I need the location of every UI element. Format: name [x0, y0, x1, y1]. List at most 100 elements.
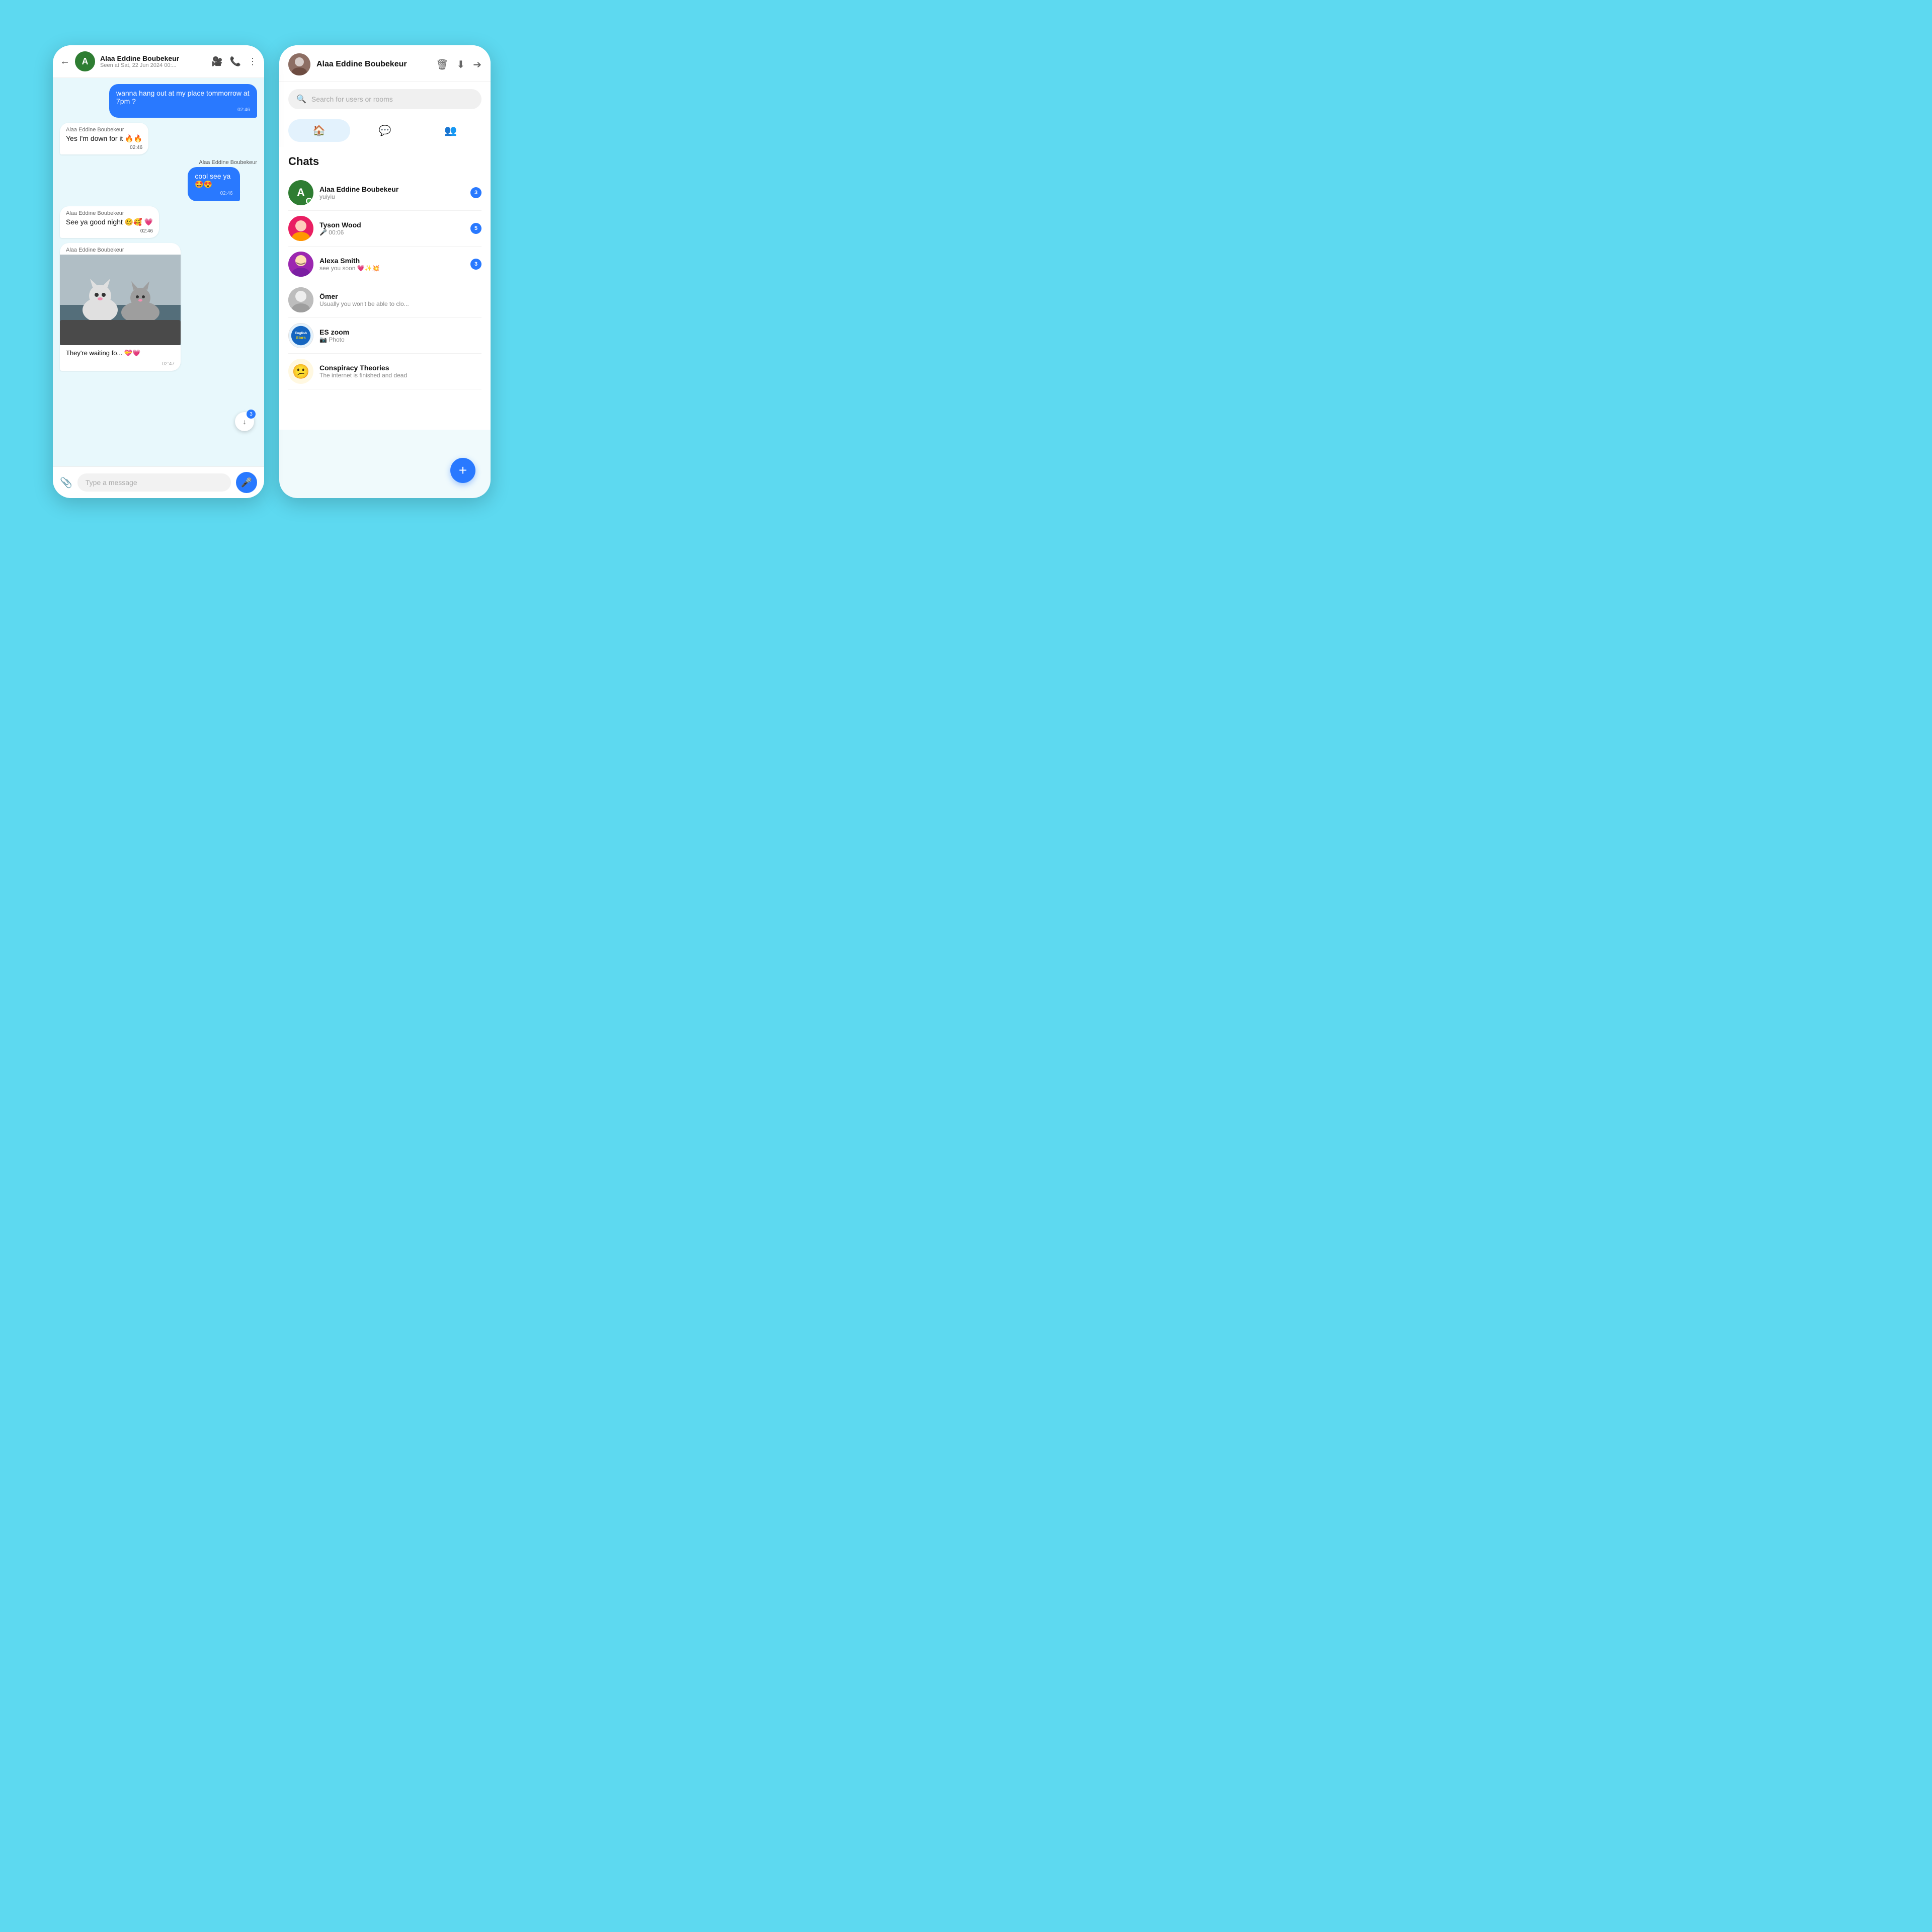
list-item[interactable]: English Stars ES zoom 📷 Photo — [288, 318, 481, 354]
contact-name: Alaa Eddine Boubekeur — [100, 54, 206, 62]
chats-icon: 💬 — [379, 124, 391, 137]
plus-icon: + — [459, 462, 467, 478]
phone-call-icon[interactable]: 📞 — [230, 56, 241, 67]
search-bar[interactable]: 🔍 Search for users or rooms — [288, 89, 481, 109]
chats-wrapper: Chats A Alaa Eddine Boubekeur yuiyiu 3 — [279, 147, 491, 498]
sender-name: Alaa Eddine Boubekeur — [66, 210, 153, 216]
sender-name: Alaa Eddine Boubekeur — [60, 243, 181, 253]
contact-name: Alexa Smith — [319, 257, 464, 265]
avatar — [288, 287, 313, 312]
video-call-icon[interactable]: 🎥 — [211, 56, 222, 67]
header-info: Alaa Eddine Boubekeur Seen at Sat, 22 Ju… — [100, 54, 206, 68]
profile-avatar — [288, 53, 310, 75]
contacts-icon: 👥 — [444, 124, 457, 137]
scroll-down-badge: 3 — [247, 410, 256, 419]
message-preview: The internet is finished and dead — [319, 372, 481, 379]
chat-messages: wanna hang out at my place tommorrow at … — [53, 78, 264, 466]
contact-name: Alaa Eddine Boubekeur — [319, 185, 464, 193]
mic-button[interactable]: 🎤 — [236, 472, 257, 493]
message-preview: 📷 Photo — [319, 336, 481, 343]
list-info: ES zoom 📷 Photo — [319, 328, 481, 343]
message-text: cool see ya 🤩😍 — [195, 172, 232, 189]
attach-icon[interactable]: 📎 — [60, 476, 72, 489]
avatar: 😕 — [288, 359, 313, 384]
sender-name: Alaa Eddine Boubekeur — [66, 127, 142, 133]
search-placeholder: Search for users or rooms — [311, 95, 393, 103]
message-preview: see you soon 💗✨💥 — [319, 265, 464, 272]
unread-badge: 3 — [470, 259, 481, 270]
chats-title: Chats — [288, 155, 481, 168]
message-preview: yuiyiu — [319, 193, 464, 200]
list-item[interactable]: A Alaa Eddine Boubekeur yuiyiu 3 — [288, 175, 481, 211]
contact-name: Ömer — [319, 292, 481, 300]
download-icon[interactable]: ⬇ — [456, 58, 465, 71]
message-sent-group: Alaa Eddine Boubekeur cool see ya 🤩😍 02:… — [188, 159, 257, 201]
nav-tabs: 🏠 💬 👥 — [279, 116, 491, 147]
list-info: Conspiracy Theories The internet is fini… — [319, 364, 481, 379]
right-chat-header: Alaa Eddine Boubekeur 🗑 ⬇ ➔ — [279, 45, 491, 82]
down-arrow-icon: ↓ — [243, 418, 247, 426]
list-info: Tyson Wood 🎤 00:06 — [319, 221, 464, 236]
unread-badge: 3 — [470, 187, 481, 198]
chats-section: Chats A Alaa Eddine Boubekeur yuiyiu 3 — [279, 147, 491, 430]
sender-label: Alaa Eddine Boubekeur — [188, 159, 257, 166]
avatar: A — [288, 180, 313, 205]
contact-name: Tyson Wood — [319, 221, 464, 229]
message-text: See ya good night 🥴🥰 💗 — [66, 218, 153, 226]
message-text: wanna hang out at my place tommorrow at … — [116, 89, 250, 105]
left-phone: ← A Alaa Eddine Boubekeur Seen at Sat, 2… — [53, 45, 264, 498]
chat-header: ← A Alaa Eddine Boubekeur Seen at Sat, 2… — [53, 45, 264, 78]
header-icons: 🎥 📞 ⋮ — [211, 56, 257, 67]
message-preview: 🎤 00:06 — [319, 229, 464, 236]
list-item[interactable]: Tyson Wood 🎤 00:06 5 — [288, 211, 481, 247]
home-icon: 🏠 — [313, 124, 326, 137]
message-time: 02:46 — [66, 228, 153, 234]
contact-name: Conspiracy Theories — [319, 364, 481, 372]
message-image: Alaa Eddine Boubekeur — [60, 243, 181, 371]
contact-status: Seen at Sat, 22 Jun 2024 00:... — [100, 62, 206, 68]
message-received: Alaa Eddine Boubekeur See ya good night … — [60, 206, 159, 238]
list-info: Ömer Usually you won't be able to clo... — [319, 292, 481, 307]
avatar: A — [75, 51, 95, 71]
message-time: 02:46 — [66, 145, 142, 150]
avatar: English Stars — [288, 323, 313, 348]
list-item[interactable]: 😕 Conspiracy Theories The internet is fi… — [288, 354, 481, 389]
tab-contacts[interactable]: 👥 — [420, 119, 481, 142]
message-time: 02:46 — [195, 191, 232, 196]
search-bar-container: 🔍 Search for users or rooms — [279, 82, 491, 116]
list-info: Alaa Eddine Boubekeur yuiyiu — [319, 185, 464, 200]
chat-input-bar: 📎 Type a message 🎤 — [53, 466, 264, 498]
tab-home[interactable]: 🏠 — [288, 119, 350, 142]
svg-text:Stars: Stars — [296, 336, 305, 340]
list-item[interactable]: Alexa Smith see you soon 💗✨💥 3 — [288, 247, 481, 282]
message-sent: cool see ya 🤩😍 02:46 — [188, 167, 239, 201]
message-sent: wanna hang out at my place tommorrow at … — [109, 84, 257, 118]
delete-icon[interactable]: 🗑 — [436, 58, 448, 71]
more-options-icon[interactable]: ⋮ — [248, 56, 257, 67]
back-button[interactable]: ← — [60, 56, 70, 67]
contact-name: ES zoom — [319, 328, 481, 336]
message-received: Alaa Eddine Boubekeur Yes I'm down for i… — [60, 123, 148, 154]
avatar — [288, 216, 313, 241]
message-input[interactable]: Type a message — [77, 473, 231, 492]
right-header-icons: 🗑 ⬇ ➔ — [436, 58, 481, 71]
message-text: Yes I'm down for it 🔥🔥 — [66, 134, 142, 143]
input-placeholder: Type a message — [86, 478, 137, 487]
right-phone: Alaa Eddine Boubekeur 🗑 ⬇ ➔ 🔍 Search for… — [279, 45, 491, 498]
image-caption: They're waiting fo... 💝💗 — [60, 345, 181, 358]
list-info: Alexa Smith see you soon 💗✨💥 — [319, 257, 464, 272]
svg-text:English: English — [295, 332, 307, 335]
avatar — [288, 252, 313, 277]
message-time: 02:47 — [60, 360, 181, 371]
image-placeholder — [60, 255, 181, 345]
tab-chats[interactable]: 💬 — [354, 119, 416, 142]
new-chat-button[interactable]: + — [450, 458, 475, 483]
right-header-name: Alaa Eddine Boubekeur — [316, 60, 430, 69]
scroll-down-button[interactable]: 3 ↓ — [235, 412, 254, 431]
message-preview: Usually you won't be able to clo... — [319, 300, 481, 307]
search-icon: 🔍 — [296, 94, 306, 104]
list-item[interactable]: Ömer Usually you won't be able to clo... — [288, 282, 481, 318]
online-indicator — [306, 198, 312, 204]
message-time: 02:46 — [116, 107, 250, 113]
logout-icon[interactable]: ➔ — [473, 58, 481, 71]
